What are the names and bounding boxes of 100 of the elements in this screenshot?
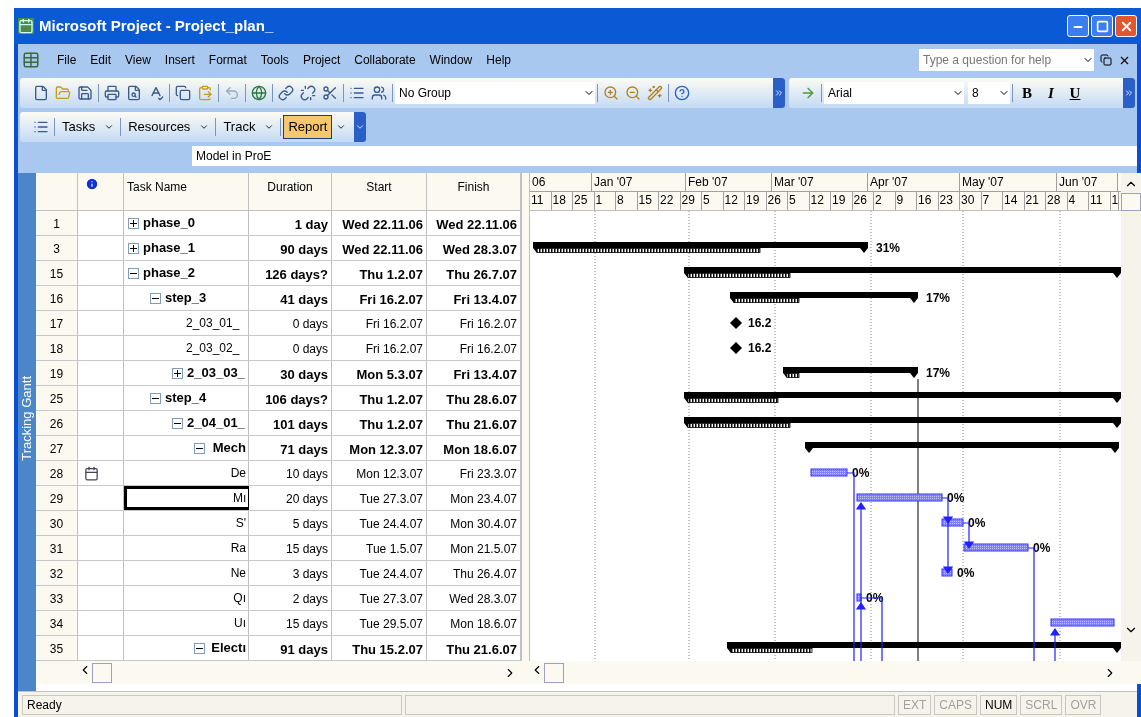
expand-icon[interactable] (128, 242, 139, 254)
close-button[interactable] (1115, 15, 1137, 37)
guide-menu-button[interactable]: Resources (123, 115, 196, 139)
row-number[interactable]: 17 (36, 311, 78, 335)
menu-item[interactable]: Project (295, 51, 348, 69)
task-name-cell[interactable]: Qı (124, 586, 249, 610)
duration-cell: 41 days (249, 286, 332, 310)
column-header[interactable]: Duration (249, 173, 332, 210)
toolbar-options-icon[interactable] (354, 112, 367, 142)
task-name-cell[interactable]: De (124, 461, 249, 485)
info-icon (85, 177, 99, 191)
row-number[interactable]: 32 (36, 561, 78, 585)
week-header: 26 (852, 192, 874, 210)
status-text: Ready (22, 694, 402, 715)
week-header: 11 (530, 192, 552, 210)
task-name-cell[interactable]: Ra (124, 536, 249, 560)
scroll-thumb[interactable] (1121, 193, 1141, 211)
menu-item[interactable]: Tools (253, 51, 296, 69)
row-number[interactable]: 16 (36, 286, 78, 310)
task-name-cell[interactable]: Mı (124, 486, 249, 510)
duration-cell: 15 days (249, 611, 332, 635)
maximize-icon (1095, 19, 1109, 33)
menu-item[interactable]: Format (201, 51, 254, 69)
menu-item[interactable]: Edit (83, 51, 119, 69)
bar-label: 31% (876, 241, 901, 255)
font-dropdown[interactable]: Arial (824, 82, 964, 104)
duration-cell: 91 days (249, 636, 332, 660)
row-number[interactable]: 29 (36, 486, 78, 510)
scroll-thumb[interactable] (544, 662, 564, 683)
row-number[interactable]: 19 (36, 361, 78, 385)
guide-menu-button[interactable]: Track (218, 115, 261, 139)
task-name-cell[interactable]: S' (124, 511, 249, 535)
task-name: S' (235, 515, 247, 532)
row-number[interactable]: 31 (36, 536, 78, 560)
task-name-cell[interactable]: phase_0 (124, 211, 249, 235)
collapse-icon[interactable] (194, 642, 205, 654)
collapse-icon[interactable] (194, 442, 205, 454)
task-name: 2_03_02_ (186, 340, 240, 357)
row-number[interactable]: 27 (36, 436, 78, 460)
row-number[interactable]: 18 (36, 336, 78, 360)
minimize-button[interactable] (1067, 15, 1089, 37)
row-number[interactable]: 35 (36, 636, 78, 660)
collapse-icon[interactable] (172, 417, 183, 429)
duration-cell: 15 days (249, 536, 332, 560)
view-bar[interactable]: Tracking Gantt (18, 173, 36, 691)
column-header[interactable]: Task Name (124, 173, 249, 210)
scroll-thumb[interactable] (92, 662, 112, 683)
maximize-button[interactable] (1091, 15, 1113, 37)
expand-icon[interactable] (128, 217, 139, 229)
entry-field[interactable]: Model in ProE (192, 146, 1137, 166)
task-name-cell[interactable]: Ne (124, 561, 249, 585)
menu-item[interactable]: Window (422, 51, 480, 69)
column-header[interactable]: Start (332, 173, 427, 210)
duration-cell: 5 days (249, 511, 332, 535)
menu-item[interactable]: View (118, 51, 158, 69)
task-name-cell[interactable]: phase_1 (124, 236, 249, 260)
guide-menu-button[interactable]: Report (283, 115, 333, 139)
duration-cell: 3 days (249, 561, 332, 585)
task-name-cell[interactable]: 2_03_01_ (124, 311, 249, 335)
duration-cell: 30 days (249, 361, 332, 385)
vertical-scrollbar[interactable] (1121, 173, 1141, 661)
task-name-cell[interactable]: Mech (124, 436, 249, 460)
row-number[interactable]: 3 (36, 236, 78, 260)
status-indicator: NUM (980, 694, 1018, 715)
row-number[interactable]: 25 (36, 386, 78, 410)
week-header: 8 (616, 192, 638, 210)
task-name-cell[interactable]: 2_03_02_ (124, 336, 249, 360)
row-number[interactable]: 1 (36, 211, 78, 235)
row-number[interactable]: 33 (36, 586, 78, 610)
group-dropdown[interactable]: No Group (395, 82, 595, 104)
task-name: step_3 (165, 289, 207, 308)
task-name-cell[interactable]: step_3 (124, 286, 249, 310)
row-number[interactable]: 30 (36, 511, 78, 535)
row-number[interactable]: 15 (36, 261, 78, 285)
start-cell: Wed 22.11.06 (332, 211, 427, 235)
menu-item[interactable]: File (50, 51, 84, 69)
task-name-cell[interactable]: Electı (124, 636, 249, 660)
task-name-cell[interactable]: 2_03_03_ (124, 361, 249, 385)
guide-menu-button[interactable]: Tasks (57, 115, 101, 139)
menu-item[interactable]: Insert (157, 51, 202, 69)
row-number[interactable]: 26 (36, 411, 78, 435)
italic-button[interactable]: I (1039, 82, 1063, 104)
task-name-cell[interactable]: phase_2 (124, 261, 249, 285)
collapse-icon[interactable] (128, 267, 139, 279)
row-number[interactable]: 34 (36, 611, 78, 635)
menu-item[interactable]: Help (479, 51, 518, 69)
month-header: May '07 (960, 173, 1057, 192)
task-name: Qı (233, 590, 247, 607)
font-size-dropdown[interactable]: 8 (968, 82, 1010, 104)
bold-button[interactable]: B (1015, 82, 1039, 104)
expand-icon[interactable] (172, 367, 183, 379)
underline-button[interactable]: U (1063, 82, 1087, 104)
task-name-cell[interactable]: step_4 (124, 386, 249, 410)
collapse-icon[interactable] (150, 292, 161, 304)
task-name-cell[interactable]: 2_04_01_ (124, 411, 249, 435)
task-name-cell[interactable]: Uı (124, 611, 249, 635)
help-search-field[interactable]: Type a question for help (919, 49, 1094, 71)
row-number[interactable]: 28 (36, 461, 78, 485)
collapse-icon[interactable] (150, 392, 161, 404)
menu-item[interactable]: Collaborate (347, 51, 423, 69)
